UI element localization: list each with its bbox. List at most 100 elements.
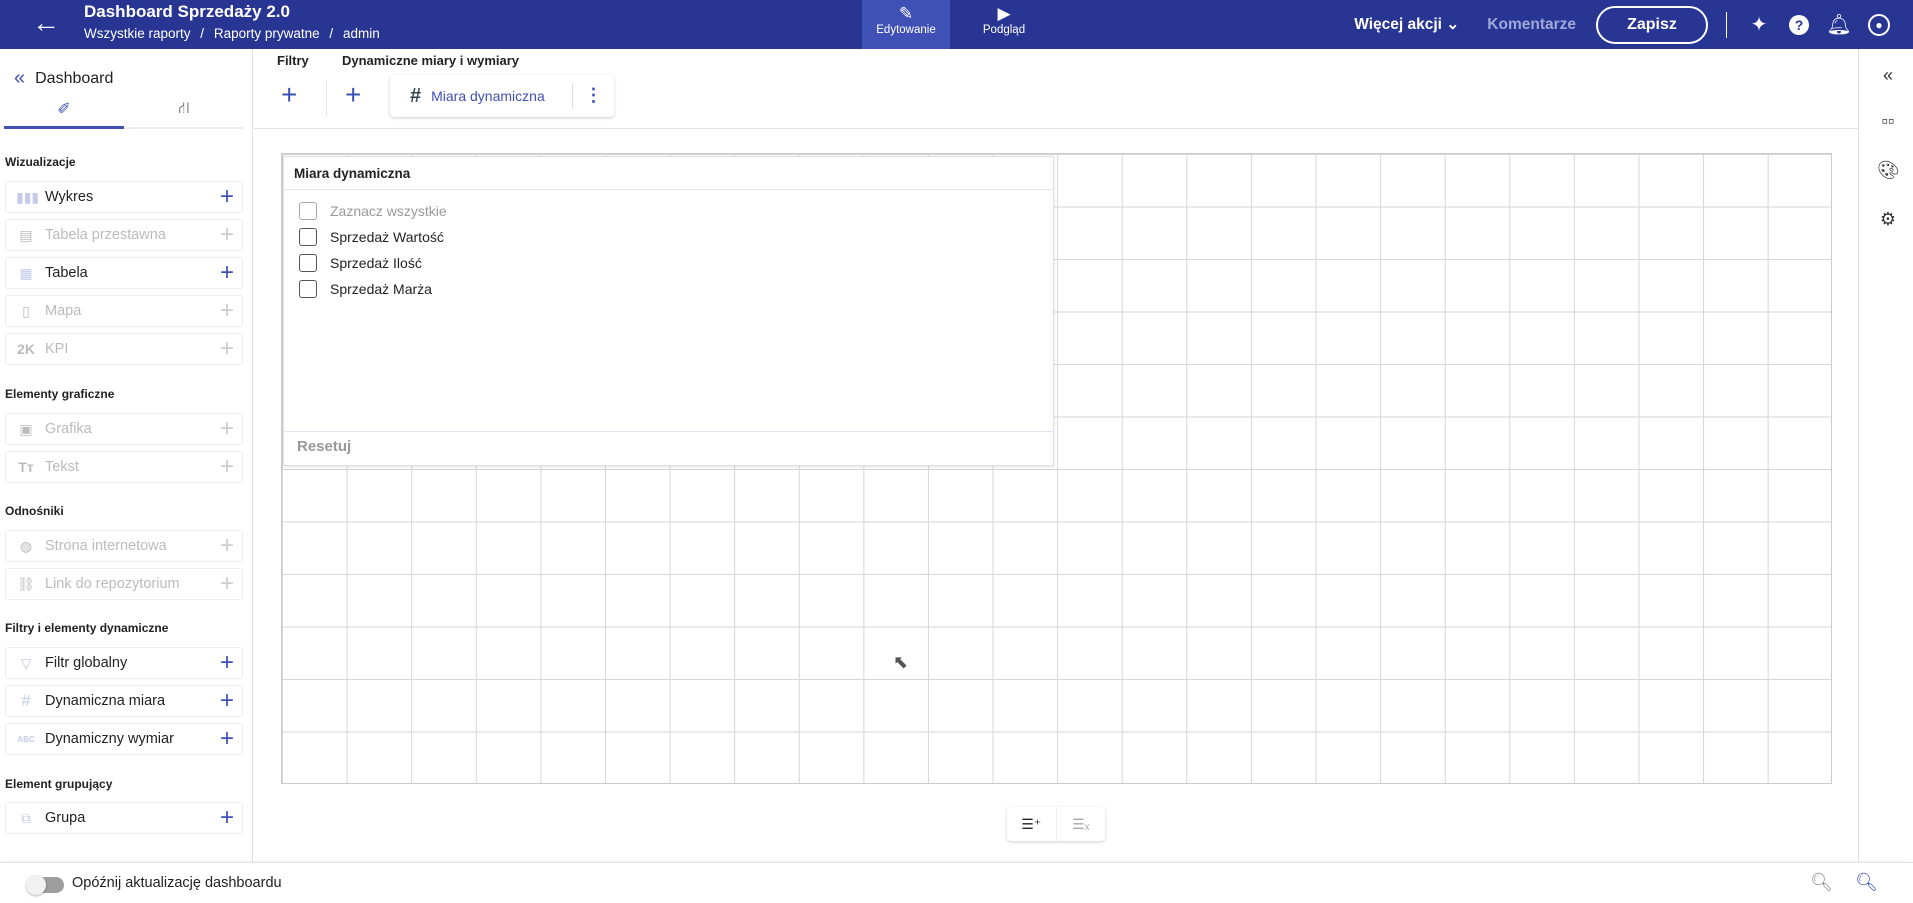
sidebar-item-table[interactable]: ▦ Tabela +: [5, 257, 243, 289]
filters-label: Filtry: [277, 53, 309, 68]
item-label: Grafika: [45, 421, 92, 437]
add-icon: +: [219, 453, 234, 480]
select-all-checkbox[interactable]: Zaznacz wszystkie: [284, 198, 1053, 224]
back-arrow-icon[interactable]: ←: [32, 8, 60, 38]
help-icon[interactable]: ?: [1787, 13, 1811, 37]
sidebar-item-dynamic-dimension[interactable]: ABC Dynamiczny wymiar +: [5, 723, 243, 755]
add-icon[interactable]: +: [220, 726, 234, 752]
sidebar-item-website: ◍ Strona internetowa +: [5, 530, 243, 562]
tab-structure[interactable]: ⛙: [124, 99, 244, 127]
more-actions-button[interactable]: Więcej akcji ⌄: [1354, 15, 1459, 34]
pencil-ruler-icon: ✐: [57, 101, 71, 118]
sidebar-item-group[interactable]: ⧉ Grupa +: [5, 802, 243, 834]
delay-update-toggle[interactable]: [26, 875, 64, 895]
checkbox-label: Sprzedaż Marża: [330, 281, 432, 297]
item-label: Tekst: [45, 459, 79, 475]
palette-icon[interactable]: 🎨︎: [1877, 160, 1900, 182]
item-label: Grupa: [45, 810, 86, 826]
add-filter-button[interactable]: +: [281, 79, 297, 111]
sidebar-title: Dashboard: [35, 69, 114, 87]
item-label: Strona internetowa: [45, 538, 167, 554]
globe-icon: ◍: [19, 537, 33, 554]
zoom-in-icon[interactable]: 🔍︎: [1855, 872, 1878, 893]
bell-icon[interactable]: 🔔︎: [1826, 13, 1851, 37]
breadcrumb: Wszystkie raporty / Raporty prywatne / a…: [84, 26, 386, 41]
abc-icon: ABC: [17, 734, 35, 744]
item-label: Wykres: [45, 189, 94, 205]
remove-row-icon[interactable]: ☰ₓ: [1055, 807, 1106, 841]
dashboard-toolbar: Filtry + Dynamiczne miary i wymiary + # …: [254, 49, 1858, 129]
item-label: Dynamiczny wymiar: [45, 731, 174, 747]
settings-card-icon[interactable]: ⚙: [1877, 209, 1899, 231]
group-icon: ⧉: [21, 809, 31, 826]
tab-preview-label: Podgląd: [982, 24, 1026, 36]
item-label: Tabela: [45, 265, 88, 281]
bar-chart-icon: ▮▮▮: [16, 188, 40, 205]
text-icon: Tт: [18, 459, 34, 475]
divider: [1726, 11, 1727, 38]
add-icon[interactable]: +: [220, 805, 234, 831]
sidebar-item-dynamic-measure[interactable]: # Dynamiczna miara +: [5, 685, 243, 717]
item-label: Tabela przestawna: [45, 227, 166, 243]
add-icon[interactable]: +: [220, 650, 234, 676]
add-icon: +: [219, 297, 234, 324]
sidebar-item-image: ▣ Grafika +: [5, 413, 243, 445]
option-checkbox[interactable]: Sprzedaż Ilość: [284, 250, 1053, 276]
grid-layout-icon[interactable]: ▫▫: [1877, 111, 1899, 133]
save-button[interactable]: Zapisz: [1596, 5, 1708, 44]
checkbox-icon: [299, 228, 317, 246]
bottom-bar: Opóźnij aktualizację dashboardu 🔍︎ 🔍︎: [0, 862, 1913, 903]
reset-button[interactable]: Resetuj: [284, 431, 1053, 465]
add-icon[interactable]: +: [220, 184, 234, 210]
expand-panel-icon[interactable]: «: [1877, 65, 1899, 87]
more-vertical-icon[interactable]: ⋮: [572, 83, 614, 109]
checkbox-label: Zaznacz wszystkie: [330, 203, 447, 219]
checkbox-label: Sprzedaż Wartość: [330, 229, 444, 245]
hash-icon: #: [21, 691, 31, 710]
sidebar-item-pivot-table: ▤ Tabela przestawna +: [5, 219, 243, 251]
option-checkbox[interactable]: Sprzedaż Wartość: [284, 224, 1053, 250]
add-row-icon[interactable]: ☰⁺: [1007, 807, 1056, 841]
kpi-icon: 2K: [17, 341, 35, 357]
tab-elements[interactable]: ✐: [4, 99, 124, 129]
sidebar-item-kpi: 2K KPI +: [5, 333, 243, 365]
table-icon: ▦: [19, 264, 33, 281]
section-visualizations: Wizualizacje: [5, 155, 76, 169]
checkbox-icon: [299, 280, 317, 298]
tab-preview[interactable]: ▶ Podgląd: [960, 0, 1048, 49]
checkbox-icon: [299, 202, 317, 220]
mouse-cursor-icon: ⬉: [893, 652, 909, 672]
account-icon[interactable]: ●: [1867, 13, 1891, 37]
breadcrumb-all-reports[interactable]: Wszystkie raporty: [84, 26, 191, 41]
item-label: Dynamiczna miara: [45, 693, 166, 709]
sidebar-item-global-filter[interactable]: ▽ Filtr globalny +: [5, 647, 243, 679]
add-icon: +: [219, 221, 234, 248]
add-icon: +: [219, 415, 234, 442]
widget-title: Miara dynamiczna: [284, 157, 1053, 190]
delay-update-label: Opóźnij aktualizację dashboardu: [72, 875, 282, 891]
tab-edit[interactable]: ✎ Edytowanie: [862, 0, 950, 49]
map-icon: ▯: [22, 302, 30, 319]
comments-button[interactable]: Komentarze: [1487, 16, 1576, 34]
sidebar-item-repo-link: ⛓ Link do repozytorium +: [5, 568, 243, 600]
breadcrumb-admin[interactable]: admin: [343, 26, 380, 41]
right-sidebar: « ▫▫ 🎨︎ ⚙: [1858, 49, 1913, 862]
item-label: Filtr globalny: [45, 655, 128, 671]
sidebar-item-chart[interactable]: ▮▮▮ Wykres +: [5, 181, 243, 213]
chip-label: Miara dynamiczna: [431, 88, 545, 104]
section-graphic-elements: Elementy graficzne: [5, 387, 115, 401]
hash-icon: #: [410, 84, 422, 107]
add-dynamic-button[interactable]: +: [345, 79, 361, 111]
section-grouping: Element grupujący: [5, 777, 113, 791]
breadcrumb-private-reports[interactable]: Raporty prywatne: [214, 26, 320, 41]
ai-sparkle-icon[interactable]: ✦: [1747, 13, 1771, 37]
collapse-sidebar-icon[interactable]: «: [14, 67, 25, 90]
add-icon[interactable]: +: [220, 260, 234, 286]
add-icon[interactable]: +: [220, 688, 234, 714]
breadcrumb-separator: /: [200, 26, 205, 41]
option-checkbox[interactable]: Sprzedaż Marża: [284, 276, 1053, 302]
dynamic-measure-widget[interactable]: Miara dynamiczna Zaznacz wszystkie Sprze…: [283, 156, 1054, 466]
dynamic-measure-chip[interactable]: # Miara dynamiczna ⋮: [390, 75, 614, 117]
add-icon: +: [219, 570, 234, 597]
zoom-out-icon[interactable]: 🔍︎: [1810, 872, 1833, 893]
